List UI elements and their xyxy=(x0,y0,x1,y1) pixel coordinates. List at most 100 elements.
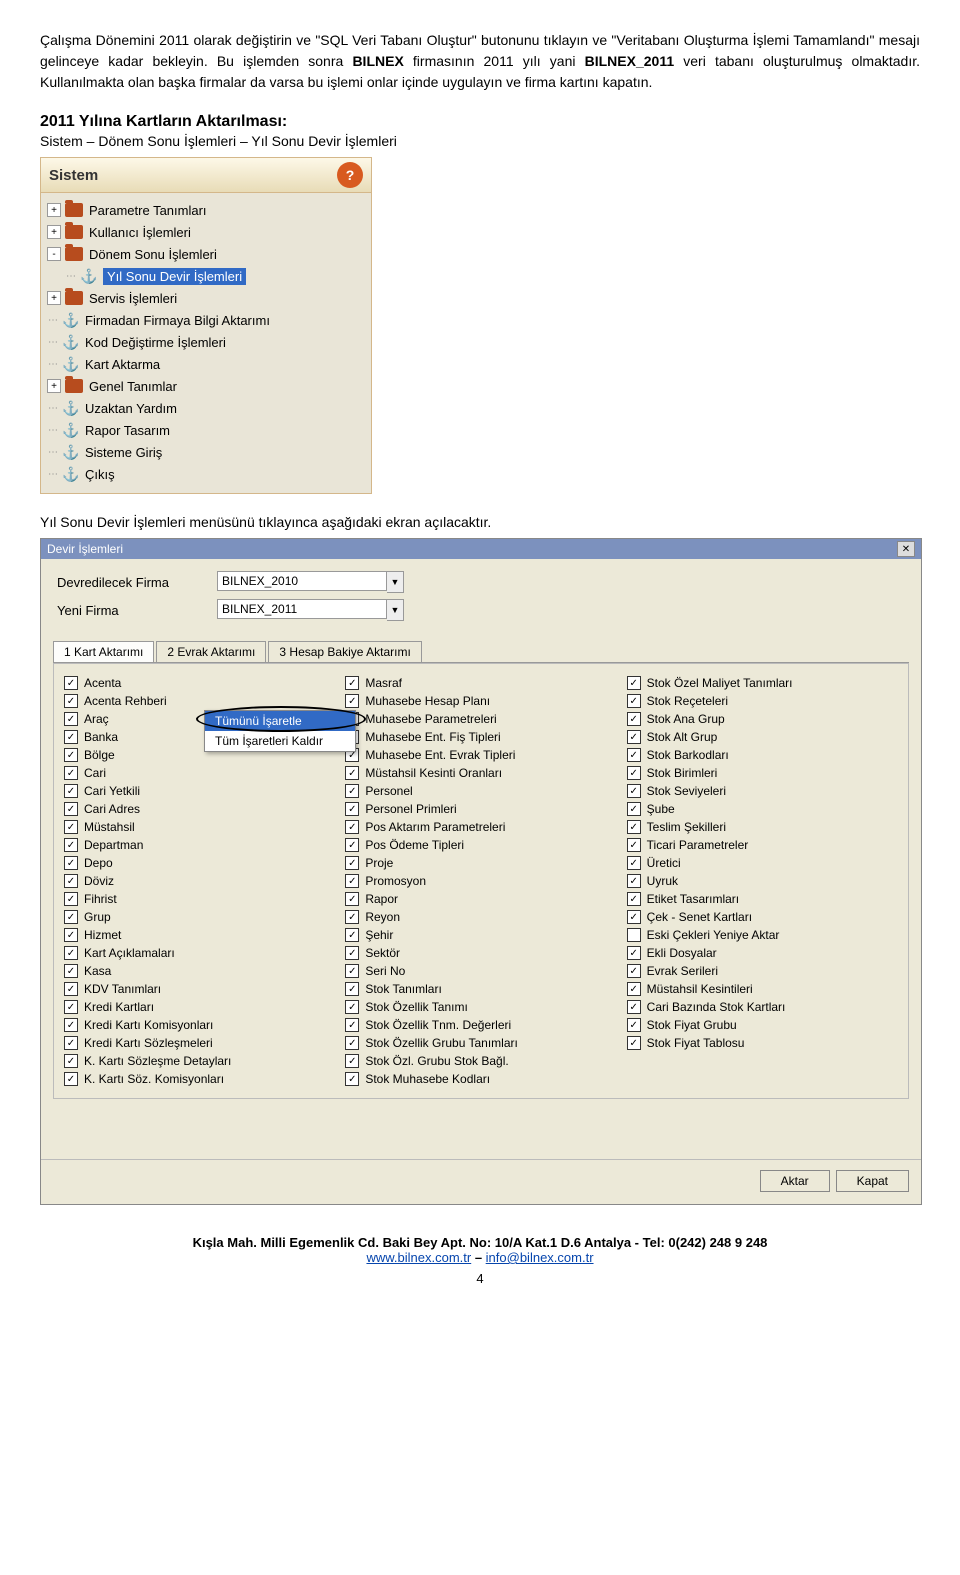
checkbox[interactable]: ✓ xyxy=(64,928,78,942)
checkbox[interactable]: ✓ xyxy=(64,694,78,708)
checkbox[interactable]: ✓ xyxy=(345,928,359,942)
check-row[interactable]: ✓Stok Özellik Tnm. Değerleri xyxy=(345,1016,616,1034)
checkbox[interactable]: ✓ xyxy=(345,784,359,798)
check-row[interactable]: ✓Hizmet xyxy=(64,926,335,944)
check-row[interactable]: ✓Seri No xyxy=(345,962,616,980)
checkbox[interactable]: ✓ xyxy=(627,874,641,888)
checkbox[interactable]: ✓ xyxy=(64,784,78,798)
check-row[interactable]: ✓Cari xyxy=(64,764,335,782)
check-row[interactable]: ✓Rapor xyxy=(345,890,616,908)
checkbox[interactable]: ✓ xyxy=(627,766,641,780)
aktar-button[interactable]: Aktar xyxy=(760,1170,830,1192)
check-row[interactable]: ✓Promosyon xyxy=(345,872,616,890)
check-row[interactable]: ✓Masraf xyxy=(345,674,616,692)
check-row[interactable]: ✓Pos Ödeme Tipleri xyxy=(345,836,616,854)
check-row[interactable]: ✓Muhasebe Ent. Fiş Tipleri xyxy=(345,728,616,746)
checkbox[interactable]: ✓ xyxy=(345,1000,359,1014)
checkbox[interactable]: ✓ xyxy=(345,802,359,816)
checkbox[interactable]: ✓ xyxy=(627,1036,641,1050)
checkbox[interactable]: ✓ xyxy=(345,982,359,996)
tree-item[interactable]: +Servis İşlemleri xyxy=(47,287,367,309)
check-row[interactable]: ✓Departman xyxy=(64,836,335,854)
menu-select-all[interactable]: Tümünü İşaretle xyxy=(205,711,355,731)
checkbox[interactable]: ✓ xyxy=(64,910,78,924)
check-row[interactable]: ✓Üretici xyxy=(627,854,898,872)
checkbox[interactable]: ✓ xyxy=(64,1072,78,1086)
combo-devredilecek[interactable] xyxy=(217,571,387,591)
checkbox[interactable]: ✓ xyxy=(64,874,78,888)
checkbox[interactable]: ✓ xyxy=(627,730,641,744)
checkbox[interactable]: ✓ xyxy=(345,1054,359,1068)
check-row[interactable]: ✓Stok Seviyeleri xyxy=(627,782,898,800)
check-row[interactable]: ✓Müstahsil xyxy=(64,818,335,836)
check-row[interactable]: ✓Sektör xyxy=(345,944,616,962)
expand-icon[interactable]: + xyxy=(47,203,61,217)
check-row[interactable]: ✓Depo xyxy=(64,854,335,872)
checkbox[interactable]: ✓ xyxy=(64,1018,78,1032)
checkbox[interactable]: ✓ xyxy=(345,1036,359,1050)
check-row[interactable]: ✓Uyruk xyxy=(627,872,898,890)
expand-icon[interactable]: + xyxy=(47,225,61,239)
check-row[interactable]: ✓Kart Açıklamaları xyxy=(64,944,335,962)
check-row[interactable]: ✓Şube xyxy=(627,800,898,818)
tree-item[interactable]: ⋯⚓Uzaktan Yardım xyxy=(47,397,367,419)
checkbox[interactable]: ✓ xyxy=(64,712,78,726)
checkbox[interactable]: ✓ xyxy=(64,838,78,852)
check-row[interactable]: ✓Ticari Parametreler xyxy=(627,836,898,854)
check-row[interactable]: ✓K. Kartı Sözleşme Detayları xyxy=(64,1052,335,1070)
check-row[interactable]: ✓Pos Aktarım Parametreleri xyxy=(345,818,616,836)
check-row[interactable]: ✓Stok Alt Grup xyxy=(627,728,898,746)
check-row[interactable]: ✓Ekli Dosyalar xyxy=(627,944,898,962)
expand-icon[interactable]: - xyxy=(47,247,61,261)
checkbox[interactable]: ✓ xyxy=(627,694,641,708)
checkbox[interactable]: ✓ xyxy=(64,892,78,906)
check-row[interactable]: ✓Stok Tanımları xyxy=(345,980,616,998)
check-row[interactable]: ✓Kasa xyxy=(64,962,335,980)
tab[interactable]: 2 Evrak Aktarımı xyxy=(156,641,266,662)
checkbox[interactable]: ✓ xyxy=(345,766,359,780)
check-row[interactable]: ✓Personel Primleri xyxy=(345,800,616,818)
checkbox[interactable]: ✓ xyxy=(64,802,78,816)
tree-item[interactable]: ⋯⚓Kod Değiştirme İşlemleri xyxy=(47,331,367,353)
check-row[interactable]: ✓Cari Adres xyxy=(64,800,335,818)
check-row[interactable]: ✓Stok Ana Grup xyxy=(627,710,898,728)
check-row[interactable]: ✓Stok Reçeteleri xyxy=(627,692,898,710)
checkbox[interactable]: ✓ xyxy=(345,838,359,852)
checkbox[interactable]: ✓ xyxy=(345,694,359,708)
checkbox[interactable]: ✓ xyxy=(64,766,78,780)
check-row[interactable]: ✓Personel xyxy=(345,782,616,800)
check-row[interactable]: ✓Evrak Serileri xyxy=(627,962,898,980)
menu-clear-all[interactable]: Tüm İşaretleri Kaldır xyxy=(205,731,355,751)
chevron-down-icon[interactable]: ▼ xyxy=(387,571,404,593)
check-row[interactable]: ✓Stok Fiyat Grubu xyxy=(627,1016,898,1034)
checkbox[interactable]: ✓ xyxy=(627,802,641,816)
check-row[interactable]: ✓Çek - Senet Kartları xyxy=(627,908,898,926)
checkbox[interactable]: ✓ xyxy=(345,910,359,924)
tree-item[interactable]: +Genel Tanımlar xyxy=(47,375,367,397)
checkbox[interactable]: ✓ xyxy=(627,1000,641,1014)
checkbox[interactable]: ✓ xyxy=(627,712,641,726)
footer-mail-link[interactable]: info@bilnex.com.tr xyxy=(486,1250,594,1265)
tree-item[interactable]: ⋯⚓Yıl Sonu Devir İşlemleri xyxy=(65,265,367,287)
check-row[interactable]: ✓Acenta Rehberi xyxy=(64,692,335,710)
close-icon[interactable]: ✕ xyxy=(897,541,915,557)
check-row[interactable]: ✓Stok Özellik Grubu Tanımları xyxy=(345,1034,616,1052)
check-row[interactable]: ✓Fihrist xyxy=(64,890,335,908)
checkbox[interactable]: ✓ xyxy=(627,910,641,924)
checkbox[interactable]: ✓ xyxy=(627,676,641,690)
expand-icon[interactable]: + xyxy=(47,379,61,393)
checkbox[interactable]: ✓ xyxy=(64,964,78,978)
tree-item[interactable]: ⋯⚓Çıkış xyxy=(47,463,367,485)
combo-yeni-firma[interactable] xyxy=(217,599,387,619)
checkbox[interactable]: ✓ xyxy=(627,838,641,852)
expand-icon[interactable]: + xyxy=(47,291,61,305)
check-row[interactable]: ✓K. Kartı Söz. Komisyonları xyxy=(64,1070,335,1088)
tab[interactable]: 3 Hesap Bakiye Aktarımı xyxy=(268,641,421,662)
check-row[interactable]: ✓Stok Muhasebe Kodları xyxy=(345,1070,616,1088)
checkbox[interactable]: ✓ xyxy=(64,748,78,762)
check-row[interactable]: ✓Muhasebe Ent. Evrak Tipleri xyxy=(345,746,616,764)
check-row[interactable]: ✓Müstahsil Kesintileri xyxy=(627,980,898,998)
check-row[interactable]: ✓Grup xyxy=(64,908,335,926)
checkbox[interactable]: ✓ xyxy=(345,892,359,906)
chevron-down-icon[interactable]: ▼ xyxy=(387,599,404,621)
